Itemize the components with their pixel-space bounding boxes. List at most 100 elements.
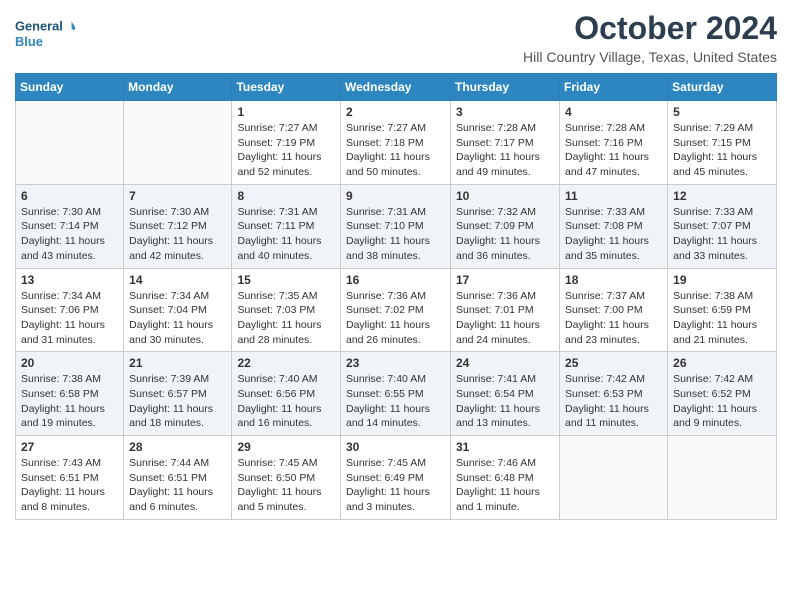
calendar-cell: 27Sunrise: 7:43 AM Sunset: 6:51 PM Dayli… — [16, 436, 124, 520]
month-title: October 2024 — [523, 10, 777, 47]
day-number: 15 — [237, 273, 335, 287]
calendar-week-row: 13 Sunrise: 7:34 AM Sunset: 7:06 PM Dayli… — [16, 268, 777, 352]
weekday-header-thursday: Thursday — [451, 74, 560, 101]
calendar-cell: 11 Sunrise: 7:33 AM Sunset: 7:08 PM Dayli… — [560, 184, 668, 268]
calendar-week-row: 6 Sunrise: 7:30 AM Sunset: 7:14 PM Daylig… — [16, 184, 777, 268]
day-number: 21 — [129, 356, 226, 370]
calendar-cell: 18Sunrise: 7:37 AM Sunset: 7:00 PM Dayli… — [560, 268, 668, 352]
day-number: 6 — [21, 189, 118, 203]
day-info: Sunrise: 7:39 AM Sunset: 6:57 PM Dayligh… — [129, 372, 226, 431]
calendar-cell: 29 Sunrise: 7:45 AM Sunset: 6:50 PM Dayli… — [232, 436, 341, 520]
day-number: 24 — [456, 356, 554, 370]
day-number: 30 — [346, 440, 445, 454]
day-number: 13 — [21, 273, 118, 287]
weekday-header-row: SundayMondayTuesdayWednesdayThursdayFrid… — [16, 74, 777, 101]
day-info: Sunrise: 7:42 AM Sunset: 6:53 PM Dayligh… — [565, 372, 662, 431]
day-info: Sunrise: 7:30 AM Sunset: 7:12 PM Dayligh… — [129, 205, 226, 264]
day-number: 8 — [237, 189, 335, 203]
calendar-cell: 13 Sunrise: 7:34 AM Sunset: 7:06 PM Dayli… — [16, 268, 124, 352]
day-info: Sunrise: 7:27 AM Sunset: 7:18 PM Dayligh… — [346, 121, 445, 180]
calendar-week-row: 27Sunrise: 7:43 AM Sunset: 6:51 PM Dayli… — [16, 436, 777, 520]
day-number: 14 — [129, 273, 226, 287]
calendar-table: SundayMondayTuesdayWednesdayThursdayFrid… — [15, 73, 777, 520]
day-number: 22 — [237, 356, 335, 370]
svg-text:General: General — [15, 18, 63, 33]
calendar-week-row: 1 Sunrise: 7:27 AM Sunset: 7:19 PM Daylig… — [16, 101, 777, 185]
weekday-header-monday: Monday — [124, 74, 232, 101]
calendar-cell — [668, 436, 777, 520]
calendar-cell: 5Sunrise: 7:29 AM Sunset: 7:15 PM Daylig… — [668, 101, 777, 185]
calendar-week-row: 20Sunrise: 7:38 AM Sunset: 6:58 PM Dayli… — [16, 352, 777, 436]
day-info: Sunrise: 7:44 AM Sunset: 6:51 PM Dayligh… — [129, 456, 226, 515]
calendar-cell: 31 Sunrise: 7:46 AM Sunset: 6:48 PM Dayli… — [451, 436, 560, 520]
day-number: 3 — [456, 105, 554, 119]
day-info: Sunrise: 7:45 AM Sunset: 6:49 PM Dayligh… — [346, 456, 445, 515]
day-info: Sunrise: 7:31 AM Sunset: 7:11 PM Dayligh… — [237, 205, 335, 264]
day-number: 17 — [456, 273, 554, 287]
calendar-cell: 20Sunrise: 7:38 AM Sunset: 6:58 PM Dayli… — [16, 352, 124, 436]
calendar-cell — [560, 436, 668, 520]
calendar-cell: 15 Sunrise: 7:35 AM Sunset: 7:03 PM Dayli… — [232, 268, 341, 352]
calendar-cell: 17 Sunrise: 7:36 AM Sunset: 7:01 PM Dayli… — [451, 268, 560, 352]
day-number: 7 — [129, 189, 226, 203]
day-info: Sunrise: 7:27 AM Sunset: 7:19 PM Dayligh… — [237, 121, 335, 180]
day-info: Sunrise: 7:46 AM Sunset: 6:48 PM Dayligh… — [456, 456, 554, 515]
weekday-header-wednesday: Wednesday — [341, 74, 451, 101]
calendar-cell: 3 Sunrise: 7:28 AM Sunset: 7:17 PM Daylig… — [451, 101, 560, 185]
calendar-cell: 12Sunrise: 7:33 AM Sunset: 7:07 PM Dayli… — [668, 184, 777, 268]
calendar-cell: 23 Sunrise: 7:40 AM Sunset: 6:55 PM Dayli… — [341, 352, 451, 436]
day-info: Sunrise: 7:45 AM Sunset: 6:50 PM Dayligh… — [237, 456, 335, 515]
calendar-cell: 26 Sunrise: 7:42 AM Sunset: 6:52 PM Dayli… — [668, 352, 777, 436]
day-info: Sunrise: 7:28 AM Sunset: 7:16 PM Dayligh… — [565, 121, 662, 180]
weekday-header-sunday: Sunday — [16, 74, 124, 101]
day-info: Sunrise: 7:35 AM Sunset: 7:03 PM Dayligh… — [237, 289, 335, 348]
calendar-cell: 28 Sunrise: 7:44 AM Sunset: 6:51 PM Dayli… — [124, 436, 232, 520]
calendar-cell: 21 Sunrise: 7:39 AM Sunset: 6:57 PM Dayli… — [124, 352, 232, 436]
day-info: Sunrise: 7:31 AM Sunset: 7:10 PM Dayligh… — [346, 205, 445, 264]
day-number: 4 — [565, 105, 662, 119]
day-number: 29 — [237, 440, 335, 454]
day-info: Sunrise: 7:28 AM Sunset: 7:17 PM Dayligh… — [456, 121, 554, 180]
day-info: Sunrise: 7:33 AM Sunset: 7:07 PM Dayligh… — [673, 205, 771, 264]
day-info: Sunrise: 7:41 AM Sunset: 6:54 PM Dayligh… — [456, 372, 554, 431]
day-number: 20 — [21, 356, 118, 370]
day-info: Sunrise: 7:29 AM Sunset: 7:15 PM Dayligh… — [673, 121, 771, 180]
calendar-cell: 22 Sunrise: 7:40 AM Sunset: 6:56 PM Dayli… — [232, 352, 341, 436]
calendar-cell: 30 Sunrise: 7:45 AM Sunset: 6:49 PM Dayli… — [341, 436, 451, 520]
day-info: Sunrise: 7:40 AM Sunset: 6:55 PM Dayligh… — [346, 372, 445, 431]
calendar-cell: 25Sunrise: 7:42 AM Sunset: 6:53 PM Dayli… — [560, 352, 668, 436]
day-info: Sunrise: 7:33 AM Sunset: 7:08 PM Dayligh… — [565, 205, 662, 264]
day-info: Sunrise: 7:43 AM Sunset: 6:51 PM Dayligh… — [21, 456, 118, 515]
title-block: October 2024 Hill Country Village, Texas… — [523, 10, 777, 65]
day-number: 26 — [673, 356, 771, 370]
calendar-cell: 7 Sunrise: 7:30 AM Sunset: 7:12 PM Daylig… — [124, 184, 232, 268]
day-number: 2 — [346, 105, 445, 119]
calendar-cell: 9 Sunrise: 7:31 AM Sunset: 7:10 PM Daylig… — [341, 184, 451, 268]
day-number: 1 — [237, 105, 335, 119]
calendar-cell: 4 Sunrise: 7:28 AM Sunset: 7:16 PM Daylig… — [560, 101, 668, 185]
header: General Blue October 2024 Hill Country V… — [15, 10, 777, 65]
day-info: Sunrise: 7:42 AM Sunset: 6:52 PM Dayligh… — [673, 372, 771, 431]
logo: General Blue — [15, 10, 75, 55]
day-number: 31 — [456, 440, 554, 454]
day-info: Sunrise: 7:40 AM Sunset: 6:56 PM Dayligh… — [237, 372, 335, 431]
calendar-cell: 16Sunrise: 7:36 AM Sunset: 7:02 PM Dayli… — [341, 268, 451, 352]
day-number: 23 — [346, 356, 445, 370]
day-info: Sunrise: 7:34 AM Sunset: 7:04 PM Dayligh… — [129, 289, 226, 348]
calendar-cell — [124, 101, 232, 185]
weekday-header-friday: Friday — [560, 74, 668, 101]
calendar-cell: 1 Sunrise: 7:27 AM Sunset: 7:19 PM Daylig… — [232, 101, 341, 185]
day-number: 11 — [565, 189, 662, 203]
day-info: Sunrise: 7:36 AM Sunset: 7:02 PM Dayligh… — [346, 289, 445, 348]
day-info: Sunrise: 7:34 AM Sunset: 7:06 PM Dayligh… — [21, 289, 118, 348]
day-number: 9 — [346, 189, 445, 203]
day-info: Sunrise: 7:36 AM Sunset: 7:01 PM Dayligh… — [456, 289, 554, 348]
weekday-header-tuesday: Tuesday — [232, 74, 341, 101]
day-info: Sunrise: 7:30 AM Sunset: 7:14 PM Dayligh… — [21, 205, 118, 264]
calendar-cell: 24 Sunrise: 7:41 AM Sunset: 6:54 PM Dayli… — [451, 352, 560, 436]
calendar-cell: 10Sunrise: 7:32 AM Sunset: 7:09 PM Dayli… — [451, 184, 560, 268]
calendar-cell: 8 Sunrise: 7:31 AM Sunset: 7:11 PM Daylig… — [232, 184, 341, 268]
day-number: 28 — [129, 440, 226, 454]
calendar-cell: 2 Sunrise: 7:27 AM Sunset: 7:18 PM Daylig… — [341, 101, 451, 185]
day-info: Sunrise: 7:32 AM Sunset: 7:09 PM Dayligh… — [456, 205, 554, 264]
